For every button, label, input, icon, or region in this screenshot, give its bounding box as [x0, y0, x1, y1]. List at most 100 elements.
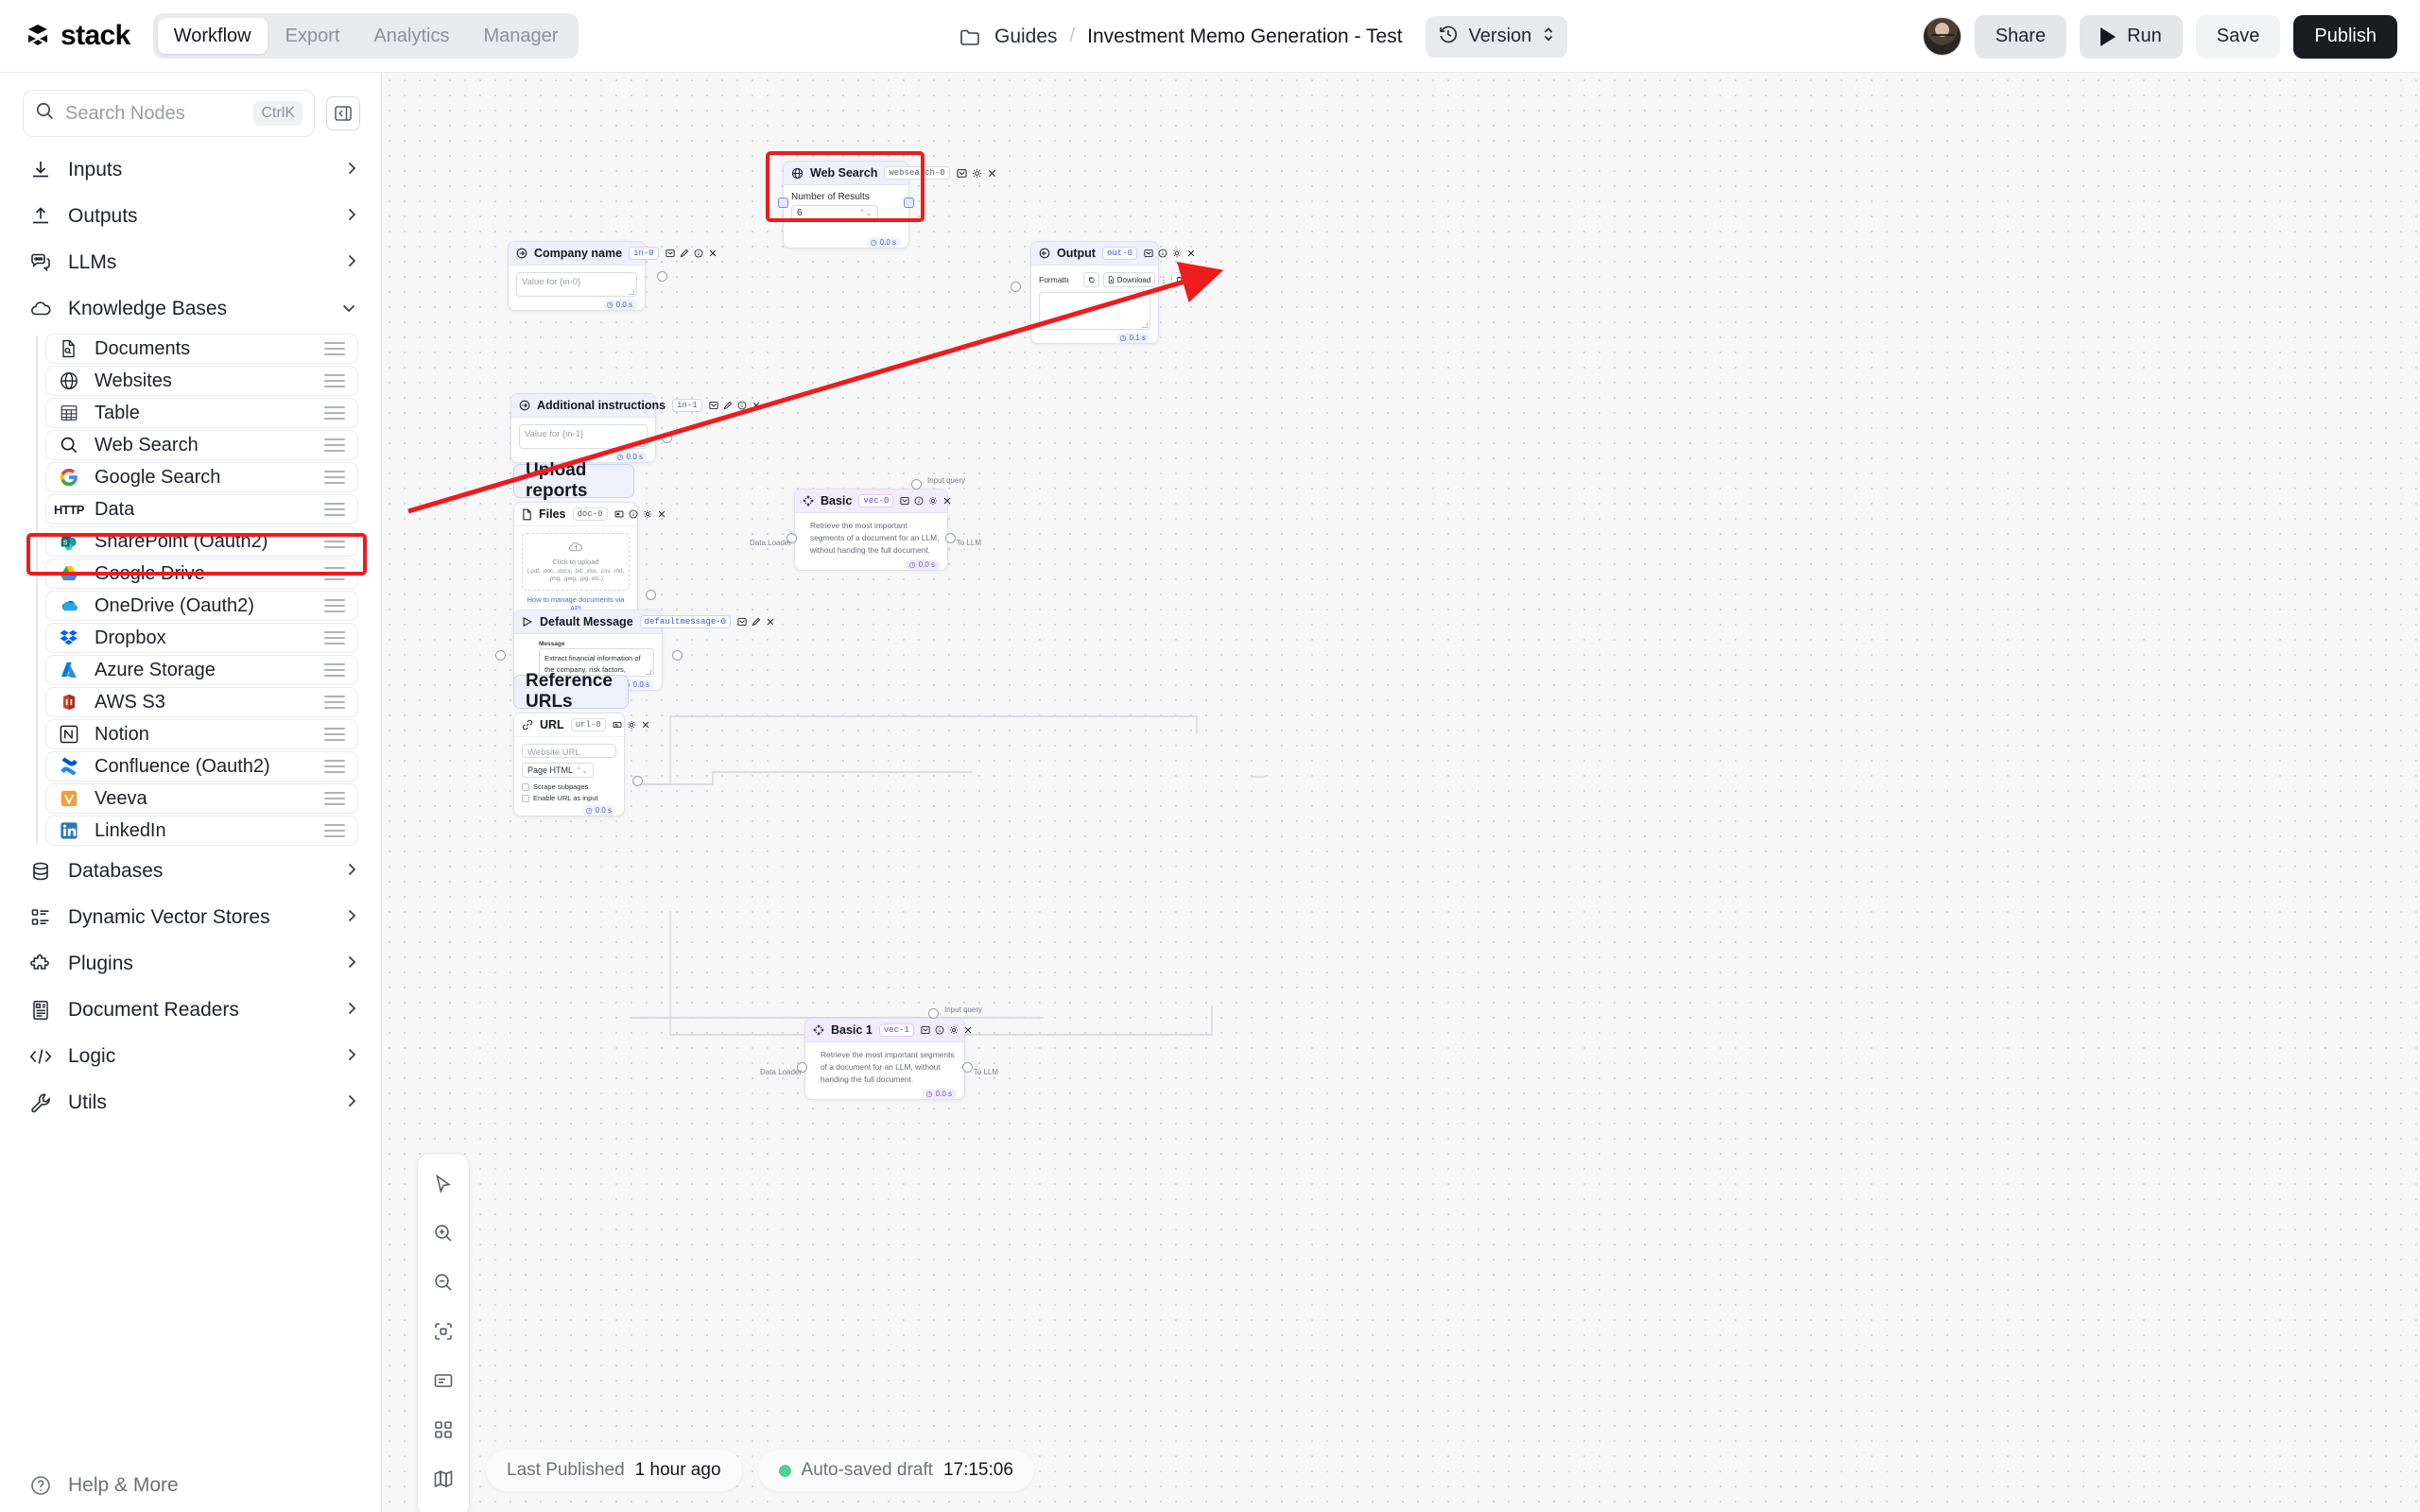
sidebar-item-llms[interactable]: LLMs	[0, 239, 381, 285]
drag-handle-icon[interactable]	[324, 567, 345, 580]
nav-export[interactable]: Export	[269, 18, 356, 54]
info-icon[interactable]	[737, 401, 747, 410]
file-upload-dropzone[interactable]: Click to upload (.pdf, .doc, .docx, .txt…	[522, 533, 630, 592]
drag-handle-icon[interactable]	[324, 696, 345, 709]
additional-instructions-input[interactable]: Value for {in-1}	[519, 424, 648, 449]
gear-icon[interactable]	[643, 509, 652, 519]
grid-icon[interactable]	[423, 1409, 464, 1451]
sidebar-node-confluence-oauth2[interactable]: Confluence (Oauth2)	[45, 751, 358, 782]
node-header[interactable]: Additional instructions in-1	[511, 394, 759, 418]
info-icon[interactable]	[914, 496, 924, 506]
node-output-port[interactable]	[632, 776, 643, 786]
brand-logo[interactable]: stack	[25, 20, 130, 52]
node-output-port[interactable]	[672, 650, 683, 661]
close-icon[interactable]	[657, 509, 666, 519]
close-icon[interactable]	[766, 617, 775, 627]
info-icon[interactable]	[694, 249, 703, 258]
nav-analytics[interactable]: Analytics	[357, 18, 465, 54]
sidebar-item-logic[interactable]: Logic	[0, 1033, 381, 1079]
sidebar-node-google-drive[interactable]: Google Drive	[45, 558, 358, 589]
node-input-query-port[interactable]	[928, 1008, 939, 1019]
save-button[interactable]: Save	[2195, 14, 2281, 59]
breadcrumb-parent[interactable]: Guides	[994, 26, 1058, 48]
node-input-port[interactable]	[495, 650, 506, 661]
edit-pencil-icon[interactable]	[752, 617, 761, 627]
gear-icon[interactable]	[949, 1025, 959, 1035]
group-upload-reports[interactable]: Upload reports	[513, 460, 634, 501]
sidebar-node-sharepoint-oauth2[interactable]: S SharePoint (Oauth2)	[45, 526, 358, 557]
zoom-in-icon[interactable]	[423, 1212, 464, 1254]
scrape-subpages-checkbox[interactable]	[522, 782, 529, 791]
node-basic-1[interactable]: Basic 1 vec-1 Retrieve the most importan…	[760, 1005, 998, 1101]
number-of-results-input[interactable]: 6 ⌃⌄	[791, 205, 878, 221]
stepper-icon[interactable]: ⌃⌄	[858, 209, 873, 217]
node-basic[interactable]: Basic vec-0 Retrieve the most important …	[750, 476, 981, 572]
info-icon[interactable]	[935, 1025, 944, 1035]
close-icon[interactable]	[963, 1025, 973, 1035]
nav-workflow[interactable]: Workflow	[157, 18, 268, 54]
node-websearch[interactable]: Web Search websearch-0 Number of Results…	[778, 161, 995, 249]
sidebar-node-onedrive-oauth2[interactable]: OneDrive (Oauth2)	[45, 591, 358, 621]
gear-icon[interactable]	[972, 168, 982, 179]
sidebar-item-dynamic-vector-stores[interactable]: Dynamic Vector Stores	[0, 894, 381, 940]
sidebar-node-veeva[interactable]: Veeva	[45, 783, 358, 814]
sidebar-node-azure-storage[interactable]: Azure Storage	[45, 655, 358, 685]
run-button[interactable]: Run	[2080, 14, 2183, 59]
node-header[interactable]: Output out-0	[1031, 242, 1195, 266]
node-output-port[interactable]	[904, 198, 914, 208]
node-output-port[interactable]	[646, 590, 656, 600]
info-icon[interactable]	[629, 509, 638, 519]
notes-icon[interactable]	[423, 1360, 464, 1401]
sidebar-node-table[interactable]: Table	[45, 398, 358, 428]
drag-handle-icon[interactable]	[324, 438, 345, 452]
node-output[interactable]: Output out-0 Formatted Download ⋮ Clear …	[1011, 241, 1209, 344]
node-header[interactable]: Default Message defaultmessage-0	[514, 610, 774, 634]
minimap-icon[interactable]	[423, 1458, 464, 1500]
close-icon[interactable]	[752, 401, 761, 410]
gear-icon[interactable]	[1172, 249, 1182, 258]
node-header[interactable]: Files doc-0	[514, 503, 665, 526]
resize-grabber[interactable]	[629, 289, 634, 295]
close-icon[interactable]	[987, 168, 997, 179]
rename-icon[interactable]	[666, 249, 675, 258]
fit-view-icon[interactable]	[423, 1311, 464, 1352]
node-header[interactable]: Basic 1 vec-1	[805, 1019, 972, 1042]
version-button[interactable]: Version	[1425, 15, 1568, 58]
cursor-icon[interactable]	[423, 1163, 464, 1205]
drag-handle-icon[interactable]	[324, 728, 345, 741]
close-icon[interactable]	[1186, 249, 1196, 258]
company-name-input[interactable]: Value for {in-0}	[516, 272, 637, 297]
avatar[interactable]	[1922, 17, 1962, 56]
drag-handle-icon[interactable]	[324, 663, 345, 677]
edit-pencil-icon[interactable]	[723, 401, 733, 410]
sidebar-node-notion[interactable]: Notion	[45, 719, 358, 749]
sidebar-node-google-search[interactable]: Google Search	[45, 462, 358, 492]
node-to-llm-port[interactable]	[962, 1062, 973, 1073]
gear-icon[interactable]	[627, 720, 636, 730]
zoom-out-icon[interactable]	[423, 1262, 464, 1303]
sidebar-item-outputs[interactable]: Outputs	[0, 193, 381, 239]
resize-grabber[interactable]	[639, 441, 645, 447]
more-icon[interactable]: ⋮	[1159, 275, 1167, 284]
node-input-query-port[interactable]	[911, 479, 922, 490]
website-url-input[interactable]: Website URL	[522, 744, 616, 758]
node-additional-instructions[interactable]: Additional instructions in-1 Value for {…	[510, 393, 759, 463]
node-input-port[interactable]	[1011, 282, 1021, 292]
sidebar-node-documents[interactable]: Documents	[45, 334, 358, 364]
node-company-name[interactable]: Company name in-0 Value for {in-0} ◷ 0.0…	[508, 241, 716, 311]
node-output-port[interactable]	[657, 271, 667, 282]
panel-collapse-icon[interactable]	[326, 96, 360, 130]
info-icon[interactable]	[1158, 249, 1167, 258]
node-input-port[interactable]	[778, 198, 788, 208]
workflow-canvas[interactable]: Web Search websearch-0 Number of Results…	[382, 73, 2420, 1512]
sidebar-item-inputs[interactable]: Inputs	[0, 146, 381, 193]
share-button[interactable]: Share	[1974, 14, 2067, 59]
node-output-port[interactable]	[662, 433, 672, 443]
drag-handle-icon[interactable]	[324, 406, 345, 420]
search-input[interactable]: Search Nodes CtrlK	[23, 90, 315, 137]
rename-icon[interactable]	[900, 496, 909, 506]
gear-icon[interactable]	[928, 496, 938, 506]
preview-icon[interactable]	[613, 720, 622, 730]
node-header[interactable]: Web Search websearch-0	[784, 162, 995, 185]
drag-handle-icon[interactable]	[324, 631, 345, 644]
